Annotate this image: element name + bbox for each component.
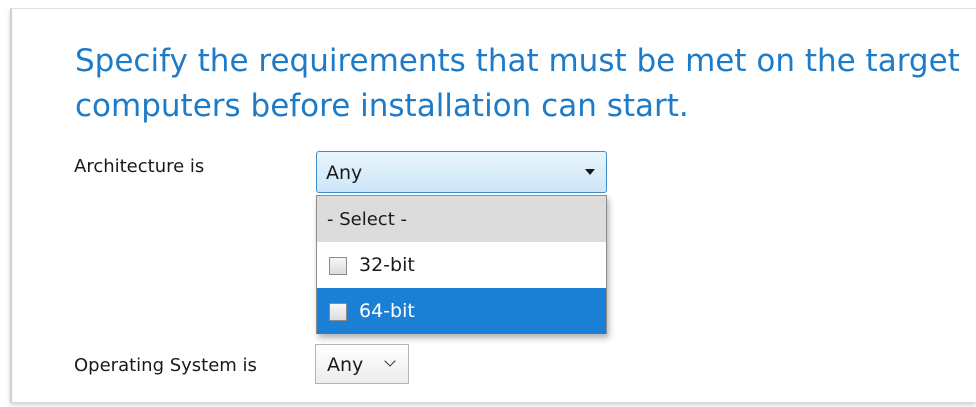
architecture-label: Architecture is	[74, 156, 205, 177]
option-32-bit[interactable]: 32-bit	[317, 242, 606, 288]
triangle-down-icon	[585, 169, 595, 175]
checkbox-64-bit[interactable]	[329, 303, 347, 321]
option-64-bit-label: 64-bit	[359, 300, 415, 322]
page-title-line-2: computers before installation can start.	[75, 88, 689, 124]
architecture-dropdown[interactable]: Any	[316, 151, 607, 193]
chevron-down-icon	[384, 355, 396, 367]
option-64-bit[interactable]: 64-bit	[317, 288, 606, 334]
dropdown-header-select[interactable]: - Select -	[317, 196, 606, 242]
option-32-bit-label: 32-bit	[359, 254, 415, 276]
dropdown-header-label: - Select -	[327, 209, 407, 230]
checkbox-32-bit[interactable]	[329, 257, 347, 275]
operating-system-selected-value: Any	[327, 354, 364, 376]
operating-system-label: Operating System is	[74, 355, 257, 376]
architecture-selected-value: Any	[326, 162, 363, 184]
page-title: Specify the requirements that must be me…	[75, 39, 976, 129]
architecture-dropdown-list: - Select - 32-bit 64-bit	[316, 195, 607, 334]
requirements-panel: Specify the requirements that must be me…	[10, 8, 976, 402]
page-title-line-1: Specify the requirements that must be me…	[75, 43, 960, 79]
operating-system-dropdown[interactable]: Any	[315, 344, 409, 384]
